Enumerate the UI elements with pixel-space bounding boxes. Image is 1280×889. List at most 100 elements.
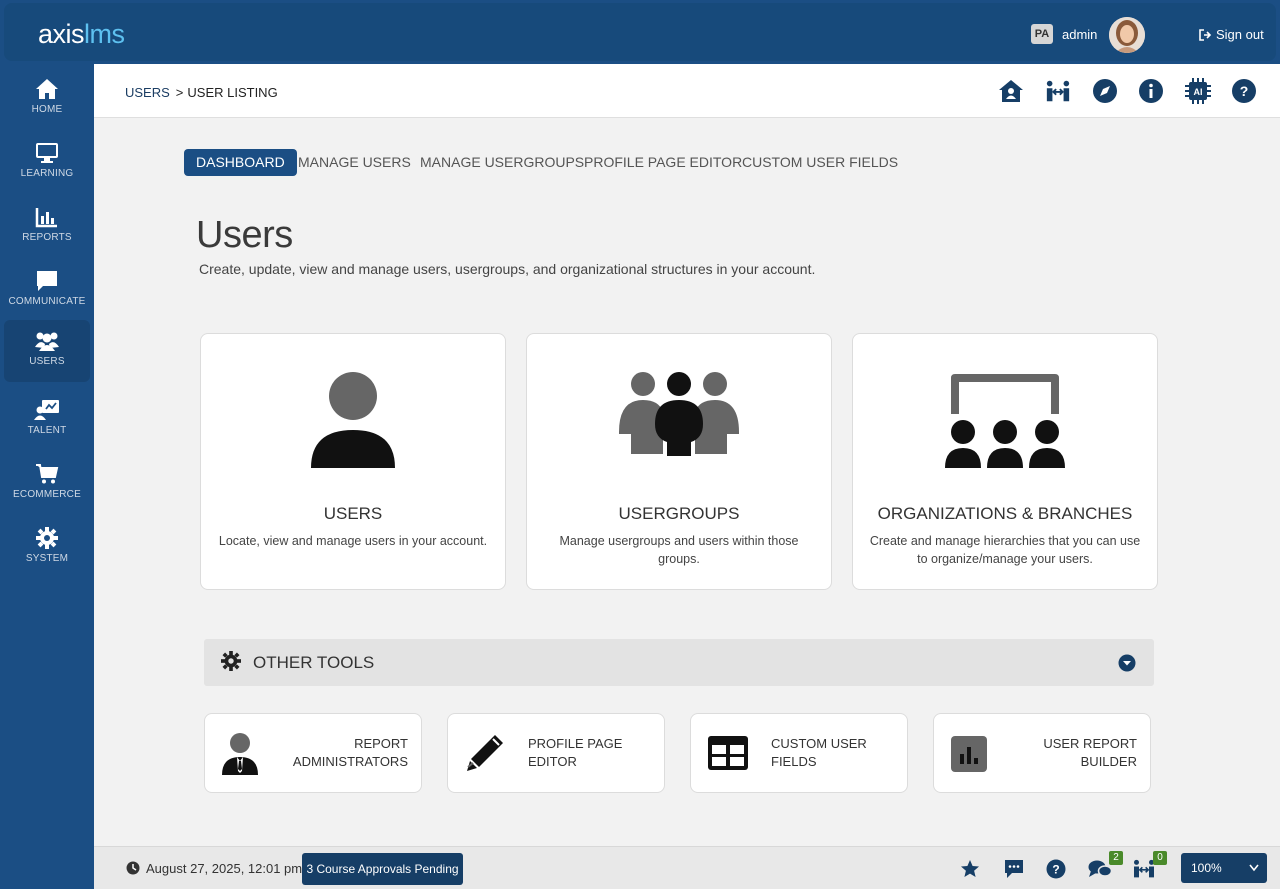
usergroups-card[interactable]: USERGROUPS Manage usergroups and users w… bbox=[526, 333, 832, 590]
page-title: Users bbox=[196, 214, 293, 256]
ai-chip-icon[interactable]: AI bbox=[1185, 78, 1211, 104]
table-icon bbox=[708, 736, 748, 770]
zoom-select[interactable]: 100% bbox=[1181, 853, 1267, 883]
report-administrators-tool[interactable]: REPORT ADMINISTRATORS bbox=[204, 713, 422, 793]
sidebar-item-label: COMMUNICATE bbox=[8, 296, 86, 307]
zoom-value: 100% bbox=[1191, 861, 1222, 875]
other-tools-header[interactable]: OTHER TOOLS bbox=[204, 639, 1154, 686]
footer-bar: August 27, 2025, 12:01 pm 3 Course Appro… bbox=[94, 846, 1280, 889]
sign-out-label: Sign out bbox=[1216, 27, 1264, 42]
card-description: Manage usergroups and users within those… bbox=[559, 534, 799, 566]
avatar[interactable] bbox=[1109, 17, 1145, 53]
tool-label: REPORT ADMINISTRATORS bbox=[293, 735, 408, 771]
tool-label-line: USER REPORT bbox=[1043, 736, 1137, 751]
card-title: USERS bbox=[323, 504, 383, 523]
sidebar-item-communicate[interactable]: COMMUNICATE bbox=[4, 260, 90, 322]
sidebar-item-label: TALENT bbox=[27, 425, 67, 436]
tool-label-line: PROFILE PAGE EDITOR bbox=[528, 736, 623, 769]
admin-user-icon bbox=[222, 733, 258, 775]
tab-manage-users[interactable]: MANAGE USERS bbox=[298, 149, 411, 176]
sidebar: HOME LEARNING REPORTS COMMUNICATE USERS … bbox=[0, 64, 94, 889]
card-title: ORGANIZATIONS & BRANCHES bbox=[877, 504, 1133, 523]
datetime-text: August 27, 2025, 12:01 pm bbox=[146, 861, 303, 876]
breadcrumb-separator: > bbox=[175, 85, 184, 100]
sidebar-item-home[interactable]: HOME bbox=[4, 68, 90, 130]
sidebar-item-reports[interactable]: REPORTS bbox=[4, 196, 90, 258]
page-header: USERS > USER LISTING AI ? bbox=[94, 64, 1280, 118]
profile-page-editor-tool[interactable]: PROFILE PAGE EDITOR bbox=[447, 713, 665, 793]
breadcrumb: USERS > USER LISTING bbox=[125, 85, 278, 100]
sidebar-item-learning[interactable]: LEARNING bbox=[4, 132, 90, 194]
top-bar-inner: axislms PA admin Sign out bbox=[4, 3, 1276, 61]
sidebar-item-label: REPORTS bbox=[22, 232, 72, 243]
logo-accent: lms bbox=[84, 19, 125, 49]
tool-label-line: REPORT bbox=[354, 736, 408, 751]
users-card[interactable]: USERS Locate, view and manage users in y… bbox=[200, 333, 506, 590]
usergroup-icon bbox=[619, 372, 739, 456]
tool-label: PROFILE PAGE EDITOR bbox=[528, 735, 664, 771]
sidebar-item-label: LEARNING bbox=[20, 168, 74, 179]
gear-icon bbox=[36, 527, 58, 549]
sidebar-item-system[interactable]: SYSTEM bbox=[4, 517, 90, 579]
tab-manage-usergroups[interactable]: MANAGE USERGROUPS bbox=[420, 149, 584, 176]
sidebar-item-label: HOME bbox=[31, 104, 63, 115]
sign-out-button[interactable]: Sign out bbox=[1199, 27, 1264, 42]
compass-icon[interactable] bbox=[1092, 78, 1118, 104]
organizations-card[interactable]: ORGANIZATIONS & BRANCHES Create and mana… bbox=[852, 333, 1158, 590]
home-user-icon[interactable] bbox=[998, 78, 1024, 104]
gear-icon bbox=[221, 651, 241, 671]
footer-datetime: August 27, 2025, 12:01 pm bbox=[126, 861, 302, 876]
logo-text: axis bbox=[38, 19, 85, 49]
home-icon bbox=[36, 79, 58, 99]
card-description: Create and manage hierarchies that you c… bbox=[869, 534, 1141, 566]
tab-dashboard[interactable]: DASHBOARD bbox=[184, 149, 297, 176]
sidebar-item-talent[interactable]: TALENT bbox=[4, 389, 90, 451]
card-description: Locate, view and manage users in your ac… bbox=[218, 534, 488, 548]
user-report-builder-tool[interactable]: USER REPORT BUILDER bbox=[933, 713, 1151, 793]
help-icon[interactable]: ? bbox=[1046, 859, 1066, 879]
conversations-count-badge: 2 bbox=[1109, 851, 1123, 865]
sidebar-item-label: USERS bbox=[29, 356, 65, 367]
card-title: USERGROUPS bbox=[618, 504, 740, 523]
course-approvals-button[interactable]: 3 Course Approvals Pending bbox=[302, 853, 463, 885]
users-icon bbox=[35, 332, 59, 351]
monitor-icon bbox=[36, 143, 58, 163]
info-icon[interactable] bbox=[1138, 78, 1164, 104]
chevron-down-icon[interactable] bbox=[1118, 654, 1136, 672]
tool-label: CUSTOM USER FIELDS bbox=[771, 735, 907, 771]
tab-custom-user-fields[interactable]: CUSTOM USER FIELDS bbox=[742, 149, 898, 176]
sidebar-item-users[interactable]: USERS bbox=[4, 320, 90, 382]
custom-user-fields-tool[interactable]: CUSTOM USER FIELDS bbox=[690, 713, 908, 793]
cart-icon bbox=[36, 464, 59, 484]
chat-icon bbox=[37, 271, 57, 291]
connections-icon[interactable] bbox=[1045, 78, 1071, 104]
star-icon[interactable] bbox=[960, 859, 980, 879]
tool-label-line: BUILDER bbox=[1080, 754, 1137, 769]
svg-text:AI: AI bbox=[1194, 87, 1203, 97]
page-description: Create, update, view and manage users, u… bbox=[199, 261, 816, 277]
main-content: USERS > USER LISTING AI ? DASHBOARD MANAGE… bbox=[94, 64, 1280, 846]
user-name[interactable]: admin bbox=[1062, 27, 1097, 42]
user-icon bbox=[311, 372, 395, 468]
svg-text:?: ? bbox=[1052, 863, 1059, 877]
top-bar: axislms PA admin Sign out bbox=[0, 0, 1280, 64]
organization-icon bbox=[945, 374, 1065, 468]
sign-out-icon bbox=[1199, 29, 1212, 41]
talent-icon bbox=[34, 400, 59, 420]
chart-icon bbox=[35, 208, 57, 228]
tool-label-line: ADMINISTRATORS bbox=[292, 754, 408, 769]
pencil-edit-icon bbox=[467, 735, 503, 771]
sidebar-item-label: SYSTEM bbox=[25, 553, 69, 564]
sidebar-item-ecommerce[interactable]: ECOMMERCE bbox=[4, 453, 90, 515]
breadcrumb-current: USER LISTING bbox=[187, 85, 278, 100]
breadcrumb-parent[interactable]: USERS bbox=[125, 85, 170, 100]
tab-profile-page-editor[interactable]: PROFILE PAGE EDITOR bbox=[584, 149, 742, 176]
chevron-down-icon bbox=[1249, 864, 1259, 872]
svg-text:?: ? bbox=[1240, 83, 1249, 99]
user-initials-badge[interactable]: PA bbox=[1031, 24, 1053, 44]
app-logo[interactable]: axislms bbox=[38, 19, 125, 50]
message-icon[interactable] bbox=[1004, 859, 1024, 879]
connections-count-badge: 0 bbox=[1153, 851, 1167, 865]
help-icon[interactable]: ? bbox=[1231, 78, 1257, 104]
other-tools-label: OTHER TOOLS bbox=[253, 653, 375, 672]
